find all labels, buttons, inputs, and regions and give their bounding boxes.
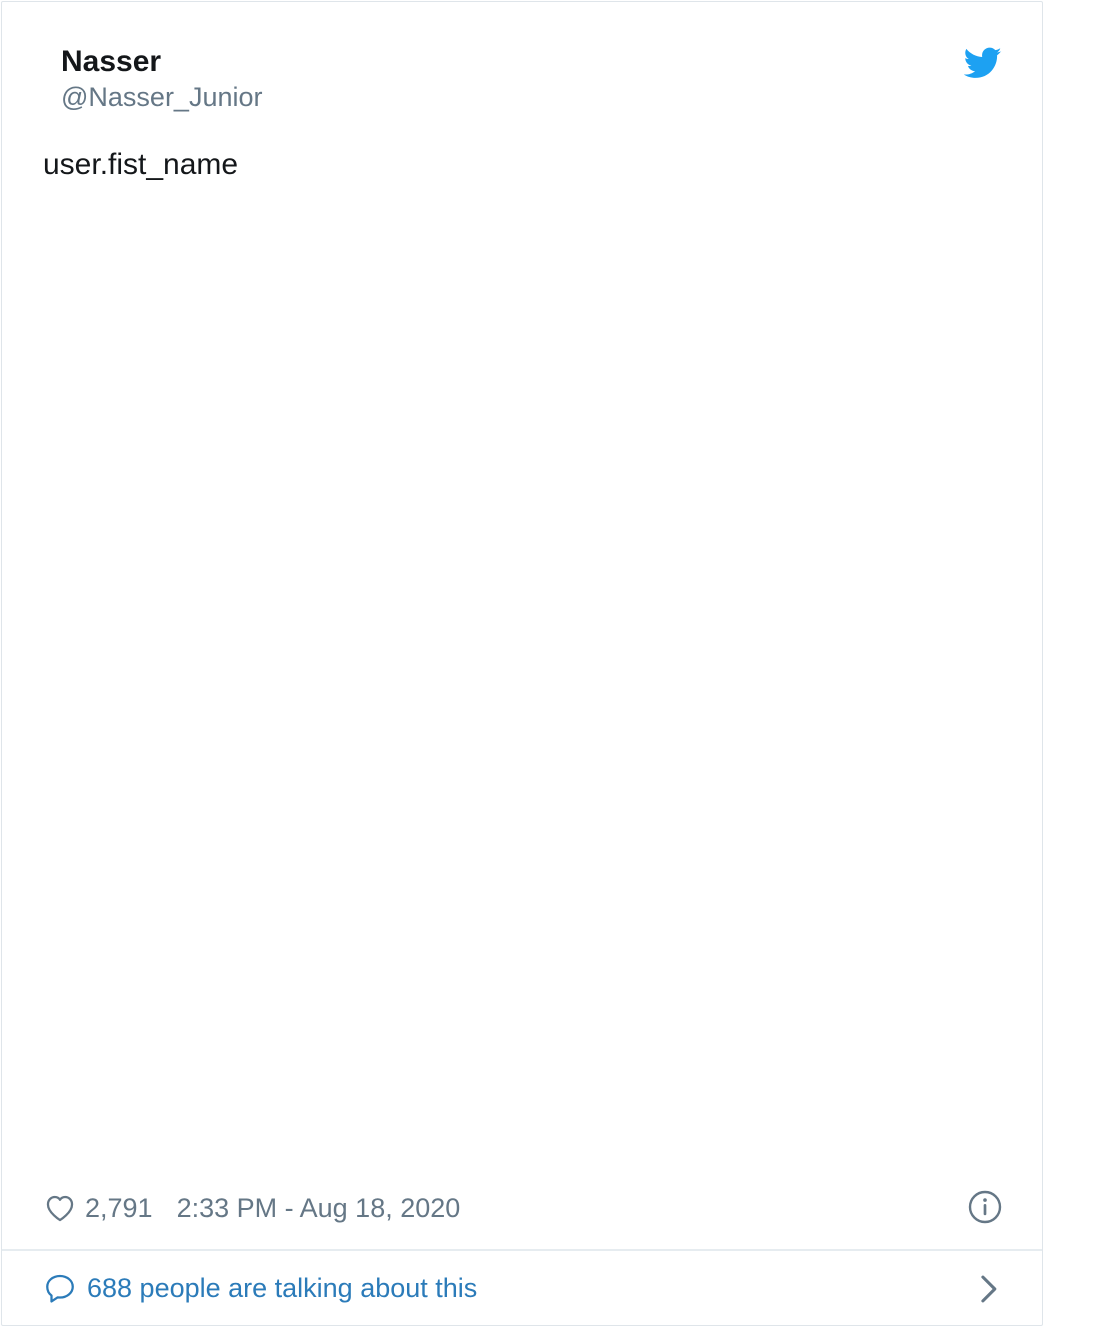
tweet-timestamp[interactable]: 2:33 PM - Aug 18, 2020 — [177, 1193, 461, 1224]
author-name[interactable]: Nasser — [61, 44, 263, 80]
twitter-bird-icon[interactable] — [963, 44, 1002, 82]
conversation-text[interactable]: 688 people are talking about this — [87, 1273, 477, 1304]
like-count[interactable]: 2,791 — [85, 1193, 153, 1224]
speech-bubble-icon — [43, 1271, 77, 1305]
tweet-card: Nasser @Nasser_Junior user.fist_name 2,7… — [1, 1, 1043, 1326]
conversation-link[interactable]: 688 people are talking about this — [43, 1268, 1003, 1308]
tweet-author[interactable]: Nasser @Nasser_Junior — [61, 44, 263, 114]
tweet-text: user.fist_name — [43, 148, 239, 181]
tweet-meta: 2,791 2:33 PM - Aug 18, 2020 — [43, 1188, 1003, 1228]
divider — [2, 1249, 1042, 1251]
heart-icon[interactable] — [43, 1191, 77, 1225]
author-handle[interactable]: @Nasser_Junior — [61, 80, 263, 114]
chevron-right-icon[interactable] — [974, 1272, 1002, 1306]
info-icon[interactable] — [967, 1189, 1003, 1225]
